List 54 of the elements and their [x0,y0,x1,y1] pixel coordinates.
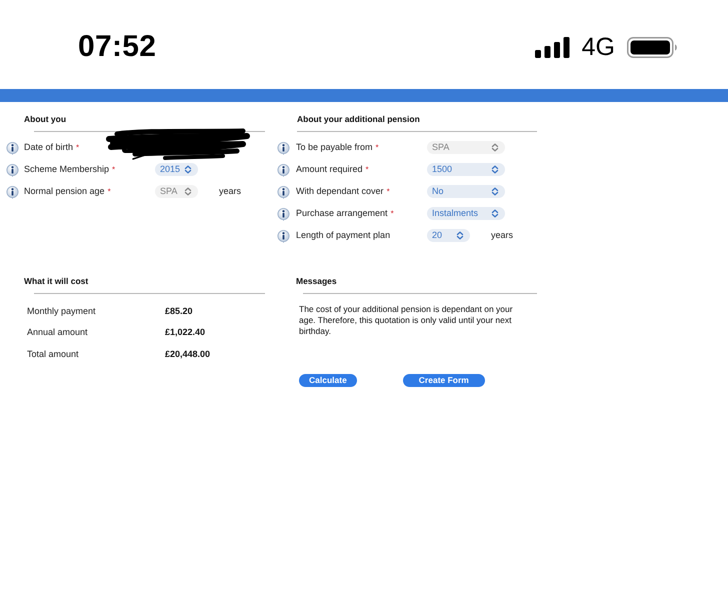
battery-icon [627,36,678,58]
required-asterisk: * [386,187,390,196]
dropdown[interactable]: No [427,184,505,198]
field-label: Amount required [296,164,363,174]
dropdown[interactable]: 1500 [427,162,505,176]
required-asterisk: * [376,143,379,152]
required-asterisk: * [366,165,369,174]
section-heading: About you [24,113,66,125]
message-text: The cost of your additional pension is dependant on your age. Therefore, this quotation is only valid until your next birthday. [299,304,514,337]
network-type: 4G [582,34,615,60]
unit-label: years [219,186,242,196]
info-icon[interactable] [277,142,290,154]
info-icon[interactable] [277,186,290,198]
dropdown[interactable]: 2015 [155,162,198,176]
dropdown[interactable]: 20 [427,228,470,242]
field-label: Purchase arrangement [296,208,388,218]
section-heading: About your additional pension [297,113,420,125]
field-label: Scheme Membership [24,164,110,174]
field-label: Date of birth [24,142,74,152]
info-icon[interactable] [277,230,290,242]
cost-label: Total amount [27,348,80,359]
cost-value: £85.20 [165,306,193,316]
required-asterisk: * [76,143,80,152]
chevron-updown-icon [491,164,499,174]
chevron-updown-icon [184,186,192,196]
info-icon[interactable] [6,142,19,154]
field-label: To be payable from [296,142,373,152]
info-icon[interactable] [277,208,290,220]
section-heading: What it will cost [24,275,88,287]
required-asterisk: * [112,165,116,174]
required-asterisk: * [108,187,111,196]
info-icon[interactable] [6,164,19,176]
section-heading: Messages [296,275,337,287]
chevron-updown-icon [491,186,499,196]
chevron-updown-icon [491,142,499,152]
signal-icon [534,36,570,58]
cost-label: Annual amount [27,327,89,338]
field-label: Normal pension age [24,186,105,196]
chevron-updown-icon [184,164,192,174]
chevron-updown-icon [456,230,464,240]
unit-label: years [491,230,514,240]
clock-time: 07:52 [78,30,156,64]
info-icon[interactable] [6,186,19,198]
field-label: With dependant cover [296,186,384,196]
dropdown[interactable]: Instalments [427,206,505,220]
action-button[interactable]: Calculate [299,374,357,387]
required-asterisk: * [390,209,394,218]
cost-value: £20,448.00 [165,348,210,359]
action-button[interactable]: Create Form [402,374,485,387]
field-label: Length of payment plan [296,230,390,240]
chevron-updown-icon [491,208,499,218]
cost-label: Monthly payment [27,306,97,316]
cost-value: £1,022.40 [165,327,206,338]
info-icon[interactable] [277,164,290,176]
